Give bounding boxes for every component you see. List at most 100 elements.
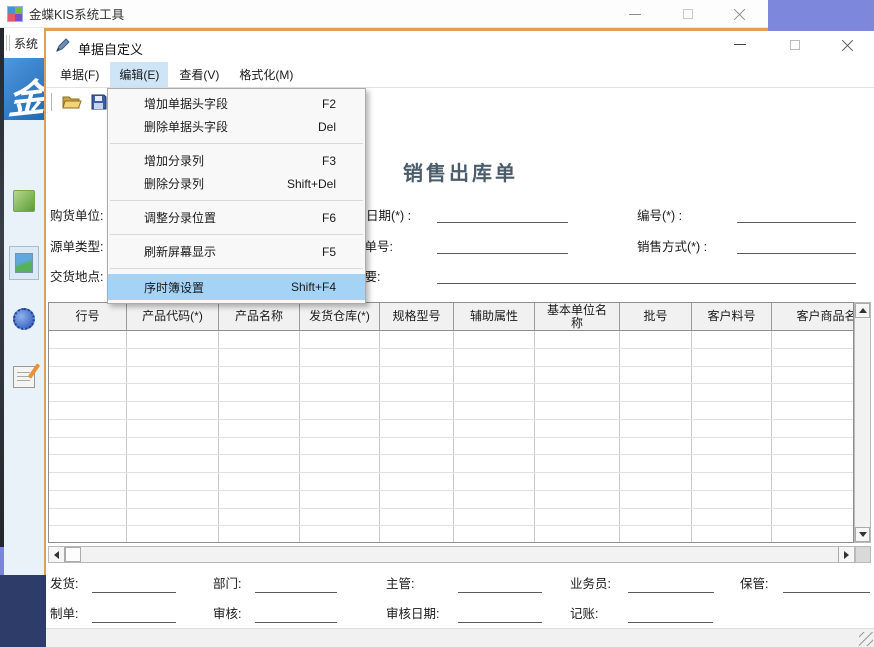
table-cell[interactable]: [772, 331, 854, 348]
table-cell[interactable]: [300, 455, 380, 472]
table-cell[interactable]: [620, 384, 692, 401]
table-cell[interactable]: [535, 331, 620, 348]
table-cell[interactable]: [127, 402, 219, 419]
table-cell[interactable]: [219, 455, 300, 472]
table-cell[interactable]: [127, 384, 219, 401]
table-cell[interactable]: [692, 402, 772, 419]
table-cell[interactable]: [49, 438, 127, 455]
table-cell[interactable]: [772, 438, 854, 455]
vertical-scrollbar[interactable]: [854, 302, 871, 543]
table-cell[interactable]: [300, 509, 380, 526]
table-cell[interactable]: [380, 526, 454, 543]
table-cell[interactable]: [620, 455, 692, 472]
table-cell[interactable]: [219, 491, 300, 508]
horizontal-scrollbar[interactable]: [48, 546, 855, 563]
table-cell[interactable]: [620, 349, 692, 366]
dialog-close-button[interactable]: [828, 31, 864, 57]
table-cell[interactable]: [380, 455, 454, 472]
table-row[interactable]: [49, 420, 853, 438]
table-cell[interactable]: [300, 349, 380, 366]
cube-icon[interactable]: [13, 190, 35, 212]
table-cell[interactable]: [772, 420, 854, 437]
table-cell[interactable]: [692, 438, 772, 455]
table-cell[interactable]: [300, 367, 380, 384]
table-cell[interactable]: [535, 349, 620, 366]
column-header[interactable]: 规格型号: [380, 303, 454, 330]
table-cell[interactable]: [454, 473, 535, 490]
column-header[interactable]: 客户商品名: [772, 303, 854, 330]
table-cell[interactable]: [300, 438, 380, 455]
table-cell[interactable]: [380, 384, 454, 401]
table-cell[interactable]: [454, 455, 535, 472]
table-cell[interactable]: [535, 491, 620, 508]
table-cell[interactable]: [127, 349, 219, 366]
table-cell[interactable]: [620, 420, 692, 437]
table-cell[interactable]: [772, 473, 854, 490]
table-cell[interactable]: [49, 331, 127, 348]
table-cell[interactable]: [692, 473, 772, 490]
table-cell[interactable]: [127, 331, 219, 348]
table-row[interactable]: [49, 526, 853, 543]
table-cell[interactable]: [300, 526, 380, 543]
table-cell[interactable]: [454, 420, 535, 437]
table-cell[interactable]: [692, 526, 772, 543]
menu-view[interactable]: 查看(V): [170, 62, 228, 87]
gear-icon[interactable]: [13, 308, 35, 330]
table-cell[interactable]: [300, 420, 380, 437]
table-cell[interactable]: [535, 384, 620, 401]
table-cell[interactable]: [620, 402, 692, 419]
table-cell[interactable]: [49, 491, 127, 508]
tool-icon[interactable]: [9, 246, 39, 280]
table-cell[interactable]: [535, 473, 620, 490]
menu-bill[interactable]: 单据(F): [51, 62, 108, 87]
table-cell[interactable]: [535, 509, 620, 526]
table-cell[interactable]: [127, 438, 219, 455]
table-cell[interactable]: [692, 491, 772, 508]
table-cell[interactable]: [219, 384, 300, 401]
table-cell[interactable]: [219, 331, 300, 348]
close-button[interactable]: [720, 0, 760, 28]
table-cell[interactable]: [49, 420, 127, 437]
scroll-left-icon[interactable]: [49, 547, 65, 562]
column-header[interactable]: 产品代码(*): [127, 303, 219, 330]
table-cell[interactable]: [535, 420, 620, 437]
open-folder-icon[interactable]: [62, 94, 82, 110]
table-cell[interactable]: [692, 367, 772, 384]
table-cell[interactable]: [692, 509, 772, 526]
table-cell[interactable]: [692, 349, 772, 366]
table-cell[interactable]: [620, 491, 692, 508]
table-cell[interactable]: [620, 526, 692, 543]
table-cell[interactable]: [620, 331, 692, 348]
table-cell[interactable]: [535, 367, 620, 384]
scroll-right-icon[interactable]: [838, 547, 854, 562]
table-row[interactable]: [49, 473, 853, 491]
table-cell[interactable]: [49, 455, 127, 472]
menu-format[interactable]: 格式化(M): [230, 62, 302, 87]
column-header[interactable]: 辅助属性: [454, 303, 535, 330]
table-cell[interactable]: [219, 473, 300, 490]
menu-item-delete-header-field[interactable]: 删除单据头字段 Del: [108, 115, 365, 138]
save-floppy-icon[interactable]: [91, 94, 107, 110]
table-cell[interactable]: [219, 420, 300, 437]
table-cell[interactable]: [380, 349, 454, 366]
table-row[interactable]: [49, 438, 853, 456]
table-cell[interactable]: [300, 384, 380, 401]
table-cell[interactable]: [380, 438, 454, 455]
table-cell[interactable]: [535, 455, 620, 472]
scrollbar-thumb[interactable]: [65, 547, 81, 562]
column-header[interactable]: 产品名称: [219, 303, 300, 330]
table-cell[interactable]: [454, 367, 535, 384]
table-cell[interactable]: [772, 455, 854, 472]
table-cell[interactable]: [772, 526, 854, 543]
table-cell[interactable]: [620, 367, 692, 384]
table-row[interactable]: [49, 491, 853, 509]
menu-item-refresh-screen[interactable]: 刷新屏幕显示 F5: [108, 240, 365, 263]
dialog-minimize-button[interactable]: [722, 31, 758, 57]
table-cell[interactable]: [454, 402, 535, 419]
table-cell[interactable]: [692, 331, 772, 348]
table-cell[interactable]: [454, 438, 535, 455]
table-row[interactable]: [49, 509, 853, 527]
maximize-button[interactable]: [668, 0, 708, 28]
table-row[interactable]: [49, 402, 853, 420]
menu-item-add-entry-column[interactable]: 增加分录列 F3: [108, 149, 365, 172]
